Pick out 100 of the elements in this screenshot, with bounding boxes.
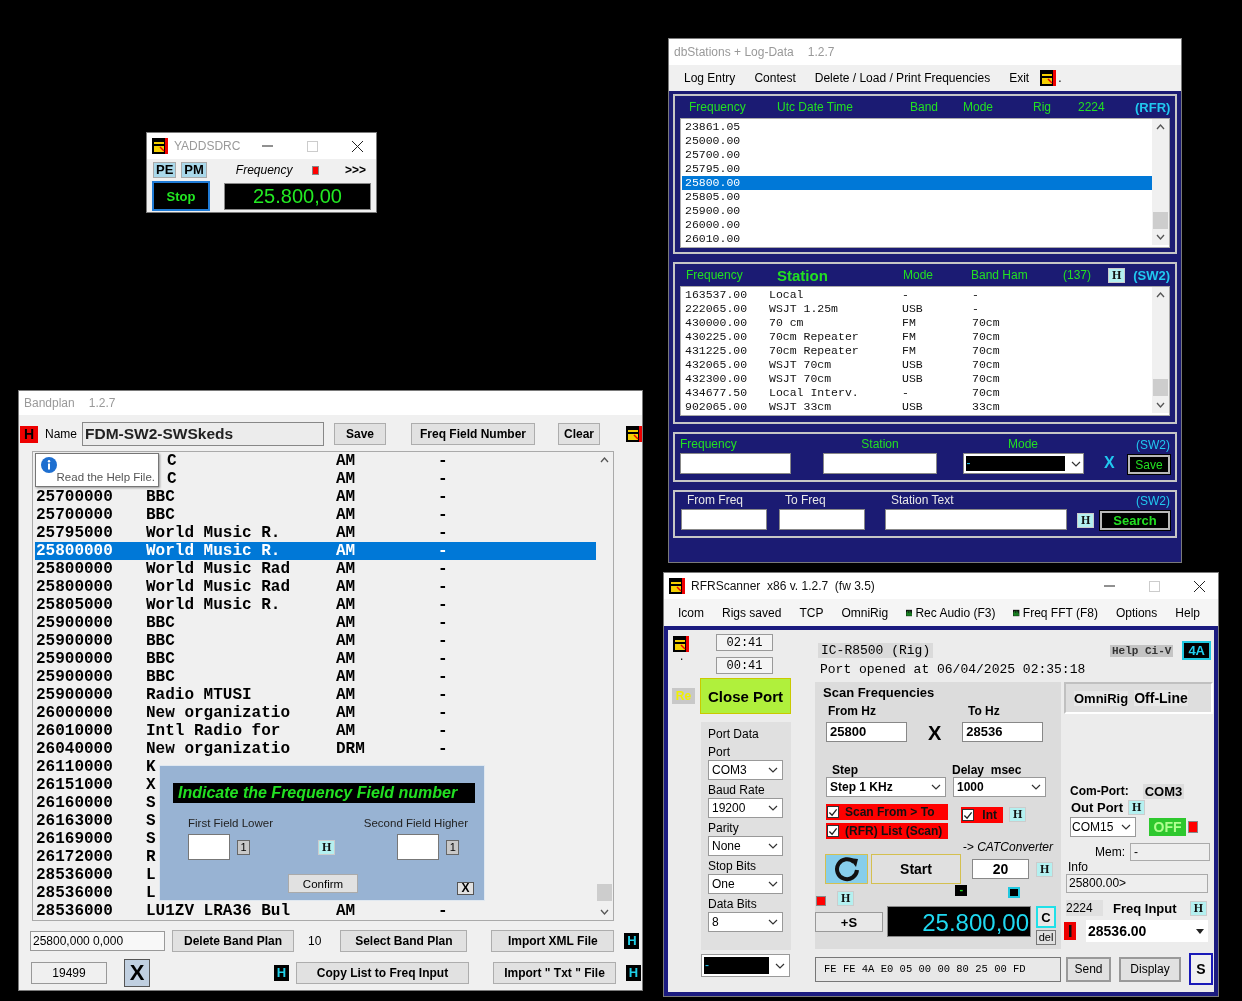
send-button[interactable]: Send [1066, 956, 1111, 982]
delete-button[interactable]: del [1036, 930, 1056, 945]
list-row[interactable]: 26010000 Intl Radio for AM - [35, 722, 596, 740]
plus-s-button[interactable]: +S [815, 912, 883, 932]
menu-item[interactable]: Options [1115, 605, 1158, 620]
scroll-thumb[interactable] [1153, 379, 1168, 396]
list-row[interactable]: 25900000 BBC AM - [35, 614, 596, 632]
menu-item[interactable]: OmniRig [841, 605, 889, 620]
list-row[interactable]: 26000.00 [682, 218, 1152, 232]
spin-button[interactable]: 1 [237, 839, 250, 855]
scroll-thumb[interactable] [1153, 212, 1168, 229]
search-button[interactable]: Search [1100, 511, 1170, 530]
save-button[interactable]: Save [1128, 455, 1170, 474]
menu-item[interactable]: Freq FFT (F8) [1022, 605, 1098, 620]
import-button[interactable]: Import XML File [491, 930, 615, 952]
toolbar-button[interactable]: Freq Field Number [411, 423, 535, 445]
count-field[interactable]: 20 [972, 859, 1029, 879]
scrollbar[interactable] [1152, 287, 1169, 413]
scroll-thumb[interactable] [597, 884, 612, 901]
list-row[interactable]: 26000000 New organizatio AM - [35, 704, 596, 722]
menu-item[interactable]: Icom [678, 605, 704, 620]
help-button[interactable]: H [837, 891, 855, 906]
close-port-button[interactable]: Close Port [700, 678, 791, 714]
help-button[interactable]: H [20, 425, 38, 443]
menu-item[interactable]: Exit [1009, 71, 1030, 85]
help-button[interactable]: H [1036, 861, 1054, 877]
list-row[interactable]: 25700.00 [682, 148, 1152, 162]
help-button[interactable]: H [318, 839, 336, 855]
help-button[interactable]: Help Ci-V [1109, 644, 1174, 657]
dropdown[interactable]: 8 [708, 912, 783, 932]
chevron-up-icon[interactable] [1156, 124, 1165, 130]
help-button[interactable]: H [1009, 807, 1027, 822]
help-button[interactable]: H [626, 965, 641, 981]
scan-checkbox[interactable]: (RFR) List (Scan) [826, 823, 949, 839]
close-icon[interactable] [352, 140, 363, 152]
menu-item[interactable]: Rec Audio (F3) [915, 605, 996, 620]
dropdown[interactable]: COM3 [708, 760, 783, 780]
close-button[interactable]: X [124, 959, 150, 987]
freq-input-dropdown[interactable]: 28536.00 [1086, 920, 1208, 942]
menu-item[interactable]: . [1058, 71, 1062, 85]
scrollbar[interactable] [1152, 119, 1169, 245]
dropdown[interactable]: - [701, 954, 790, 977]
station-text-field[interactable] [885, 509, 1067, 530]
mode-dropdown[interactable]: - [962, 453, 1084, 474]
list-row[interactable]: 25800000 World Music R. AM - [35, 542, 596, 560]
delete-button[interactable]: Delete Band Plan [172, 930, 294, 952]
step-dropdown[interactable]: Step 1 KHz [826, 777, 946, 797]
lower-field[interactable] [188, 834, 230, 860]
list-row[interactable]: 25900000 BBC AM - [35, 632, 596, 650]
dropdown[interactable]: None [708, 836, 783, 856]
help-button[interactable]: H [1077, 513, 1095, 528]
list-row[interactable]: 25900000 Radio MTUSI AM - [35, 686, 596, 704]
higher-field[interactable] [397, 834, 440, 860]
to-field[interactable] [779, 509, 865, 530]
s-button[interactable]: S [1189, 953, 1213, 985]
select-button[interactable]: Select Band Plan [340, 930, 468, 952]
swap-button[interactable]: X [928, 722, 942, 745]
refresh-button[interactable] [825, 854, 868, 884]
to-field[interactable]: 28536 [962, 721, 1044, 742]
chevron-down-icon[interactable] [1156, 402, 1165, 408]
display-button[interactable]: Display [1119, 956, 1181, 982]
list-row[interactable]: 25900000 BBC AM - [35, 650, 596, 668]
list-row[interactable]: 25900000 BBC AM - [35, 668, 596, 686]
expand-link[interactable]: >>> [344, 163, 366, 177]
list-row[interactable]: 28536000 LU1ZV LRA36 Bul AM - [35, 902, 596, 920]
out-port-dropdown[interactable]: COM15 [1070, 817, 1136, 837]
range-field[interactable]: 25800,000 0,000 [30, 931, 165, 951]
cancel-button[interactable]: X [1104, 454, 1115, 472]
list-row[interactable]: 25700000 BBC AM - [35, 506, 596, 524]
chevron-up-icon[interactable] [1156, 292, 1165, 298]
list-row[interactable]: 25795.00 [682, 162, 1152, 176]
list-row[interactable]: 25000.00 [682, 134, 1152, 148]
list-row[interactable]: 25805000 World Music R. AM - [35, 596, 596, 614]
copy-button[interactable]: Copy List to Freq Input [296, 962, 469, 984]
chevron-up-icon[interactable] [600, 457, 609, 463]
c-button[interactable]: C [1036, 906, 1056, 928]
menu-item[interactable]: TCP [799, 605, 824, 620]
help-button[interactable]: H [1108, 267, 1126, 283]
frequency-field[interactable] [680, 453, 791, 474]
toolbar-button[interactable]: Clear [558, 423, 600, 445]
stop-button[interactable]: Stop [152, 181, 210, 211]
list-row[interactable]: 23861.05 [682, 120, 1152, 134]
list-row[interactable]: 25800000 World Music Rad AM - [35, 578, 596, 596]
list-row[interactable]: 25805.00 [682, 190, 1152, 204]
confirm-button[interactable]: Confirm [288, 874, 358, 893]
menu-item[interactable]: Log Entry [684, 71, 736, 85]
help-button[interactable]: H [624, 933, 640, 949]
scan-checkbox[interactable]: Scan From > To [826, 804, 949, 820]
help-button[interactable]: H [274, 965, 289, 981]
from-field[interactable]: 25800 [826, 721, 907, 742]
menu-item[interactable]: Delete / Load / Print Frequencies [814, 71, 991, 85]
list-row[interactable]: 25795000 World Music R. AM - [35, 524, 596, 542]
toolbar-button[interactable]: Save [334, 423, 386, 445]
list-row[interactable]: 26040000 New organizatio DRM - [35, 740, 596, 758]
mode-button[interactable]: PE [153, 162, 177, 178]
help-button[interactable]: H [1189, 900, 1207, 916]
menu-item[interactable]: Rigs saved [722, 605, 782, 620]
delay-dropdown[interactable]: 1000 [953, 777, 1046, 797]
close-icon[interactable] [1194, 580, 1205, 592]
dropdown[interactable]: 19200 [708, 798, 783, 818]
